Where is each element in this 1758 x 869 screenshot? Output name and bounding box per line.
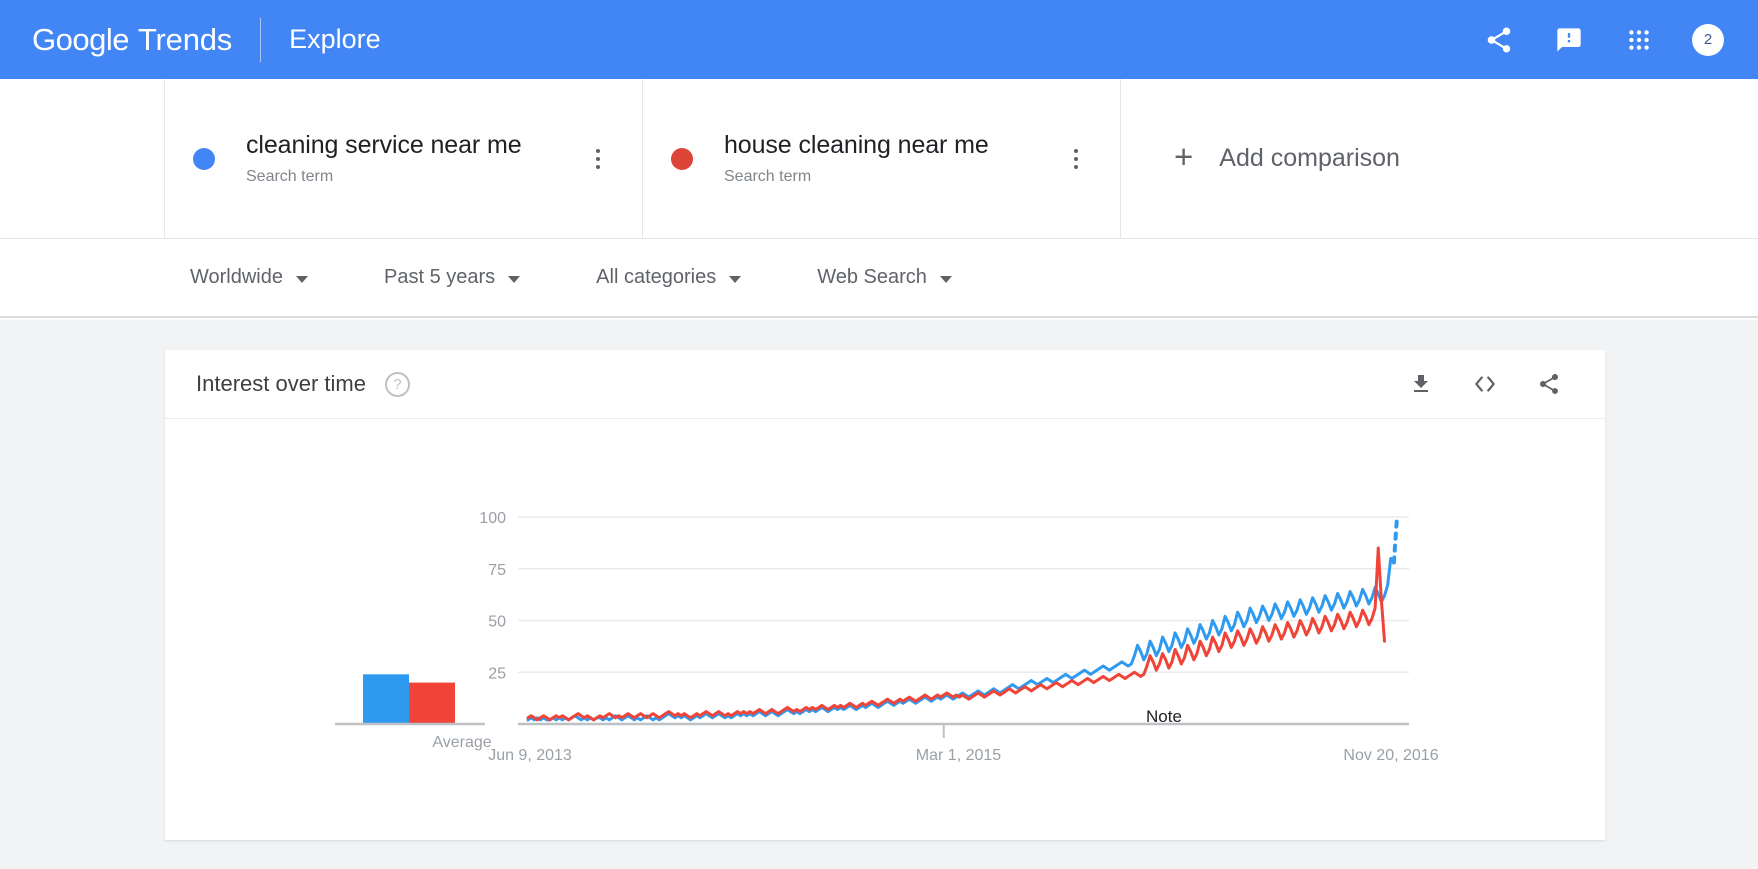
add-comparison-label: Add comparison [1219,144,1400,172]
brand-google-text: Google [32,21,129,57]
avatar[interactable]: 2 [1692,23,1724,56]
search-term-row: cleaning service near me Search term hou… [0,79,1758,239]
interest-over-time-card: Interest over time ? 25 50 75 100 Jun 9, 201… [165,350,1605,840]
chart-plot-region: 25 50 75 100 Jun 9, 2013 Mar 1, 2015 Nov 20, 2… [165,419,1605,839]
svg-text:50: 50 [488,614,506,631]
filter-location-label: Worldwide [190,266,283,288]
term-row-left-spacer [0,79,165,238]
svg-text:Nov 20, 2016: Nov 20, 2016 [1343,747,1438,764]
term-menu-button-1[interactable] [596,148,600,169]
explore-nav-item[interactable]: Explore [289,24,381,55]
filter-bar: Worldwide Past 5 years All categories We… [0,239,1758,318]
chart-toolbar [1407,370,1563,398]
share-icon[interactable] [1482,23,1516,57]
svg-text:25: 25 [488,665,506,682]
term-text-group-2: house cleaning near me Search term [724,131,989,186]
svg-text:75: 75 [488,562,506,579]
term-menu-button-2[interactable] [1074,148,1078,169]
feedback-icon[interactable] [1552,23,1586,57]
app-bar: Google Trends Explore 2 [0,0,1758,79]
brand-product-text: Trends [137,21,233,57]
svg-text:100: 100 [479,510,506,527]
average-bars-label: Average [432,734,492,751]
download-icon[interactable] [1407,370,1435,398]
brand-logo[interactable]: Google Trends [32,22,232,58]
share-icon[interactable] [1535,370,1563,398]
help-icon[interactable]: ? [384,371,410,397]
series-color-dot-1 [193,147,215,170]
filter-category-label: All categories [596,266,717,288]
chevron-down-icon [508,275,521,283]
chart-card-header: Interest over time ? [165,350,1605,419]
appbar-divider [260,17,262,62]
filter-time-range[interactable]: Past 5 years [384,266,521,289]
filter-time-range-label: Past 5 years [384,266,496,288]
svg-text:Mar 1, 2015: Mar 1, 2015 [916,747,1001,764]
chevron-down-icon [939,275,952,283]
embed-code-icon[interactable] [1471,370,1499,398]
filter-group: Worldwide Past 5 years All categories We… [190,266,1028,289]
filter-search-type-label: Web Search [817,266,927,288]
search-term-card-2[interactable]: house cleaning near me Search term [643,79,1121,238]
search-term-card-1[interactable]: cleaning service near me Search term [165,79,643,238]
appbar-actions: 2 [1482,23,1724,57]
filter-search-type[interactable]: Web Search [817,266,952,289]
series-color-dot-2 [671,147,693,170]
chevron-down-icon [296,275,308,283]
term-type-2: Search term [724,168,812,185]
trends-line-chart[interactable]: 255075100Jun 9, 2013 Mar 1, 2015 Nov 20, 2… [165,419,1605,839]
term-text-group-1: cleaning service near me Search term [246,131,522,186]
term-type-1: Search term [246,168,334,185]
chevron-down-icon [729,275,742,283]
add-comparison-button[interactable]: + Add comparison [1121,79,1758,238]
filter-location[interactable]: Worldwide [190,266,308,289]
chart-note-annotation: Note [1146,707,1182,726]
plus-icon: + [1174,138,1194,175]
term-name-2: house cleaning near me [724,131,989,159]
chart-title: Interest over time [196,371,366,396]
filter-category[interactable]: All categories [596,266,742,289]
apps-grid-icon[interactable] [1622,23,1656,57]
term-name-1: cleaning service near me [246,131,522,159]
